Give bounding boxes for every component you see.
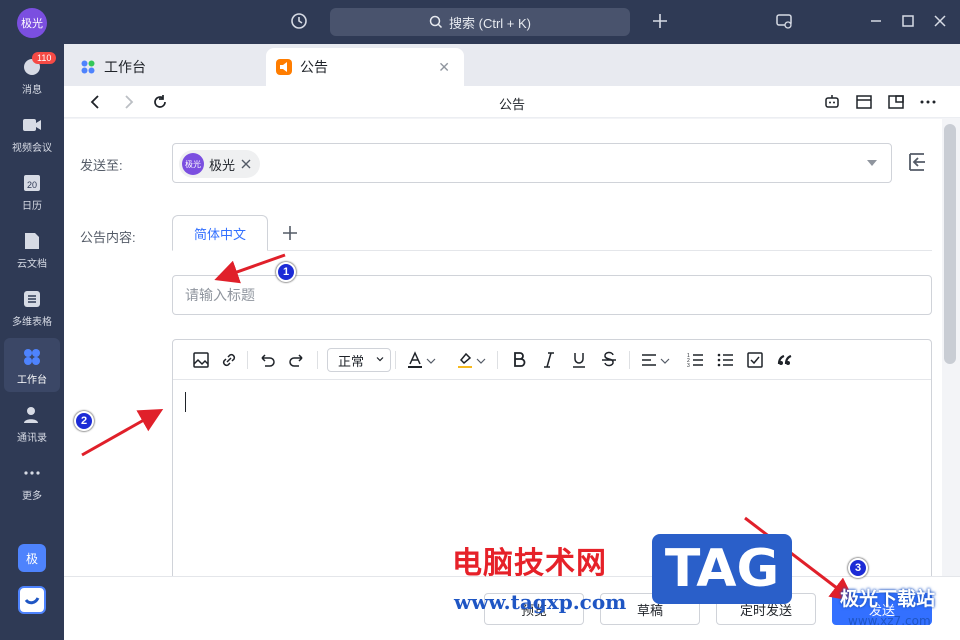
workbench-icon [81,60,95,74]
sidebar-item-contacts[interactable]: 通讯录 [4,396,60,450]
svg-text:3: 3 [687,363,690,369]
app-logo-icon[interactable] [18,586,46,614]
add-language-icon[interactable] [280,223,300,243]
send-to-label: 发送至: [80,158,123,173]
recipient-avatar: 极光 [182,153,204,175]
nav-bar: 公告 [64,86,960,118]
toolbar-separator [247,351,248,369]
org-logo[interactable]: 极 [18,544,46,572]
more-options-icon[interactable] [918,92,938,112]
popout-icon[interactable] [886,92,906,112]
content-label: 公告内容: [80,230,136,245]
chevron-down-icon[interactable] [867,160,877,166]
search-icon [429,15,443,29]
tab-close-icon[interactable]: ✕ [438,59,450,76]
italic-icon[interactable] [539,350,559,370]
toolbar-separator [497,351,498,369]
scrollbar-thumb[interactable] [944,124,956,364]
exit-icon[interactable] [906,151,928,173]
video-icon [23,119,41,131]
sidebar-item-multi-table[interactable]: 多维表格 [4,280,60,334]
minimize-icon[interactable] [866,11,886,31]
link-icon[interactable] [219,350,239,370]
sidebar-item-more[interactable]: 更多 [4,454,60,508]
notification-icon[interactable] [774,11,794,31]
remove-recipient-icon[interactable] [240,158,252,170]
window-icon[interactable] [854,92,874,112]
sidebar-item-messages[interactable]: 消息 110 [4,48,60,102]
sidebar-item-workbench[interactable]: 工作台 [4,338,60,392]
checkbox-icon[interactable] [745,350,765,370]
search-bar[interactable]: 搜索 (Ctrl + K) [330,8,630,36]
user-avatar[interactable]: 极光 [17,8,47,38]
history-icon[interactable] [289,11,309,31]
text-style-select[interactable]: 正常 [327,348,391,372]
sidebar: 消息 110 视频会议 20 日历 云文档 多维表格 工作台 通讯录 更多 极 [0,44,64,640]
undo-icon[interactable] [257,350,277,370]
recipient-chip[interactable]: 极光 极光 [179,150,261,178]
schedule-send-button[interactable]: 定时发送 [716,593,816,625]
chevron-down-icon[interactable] [425,350,437,370]
chevron-down-icon [376,357,384,362]
sidebar-item-calendar[interactable]: 20 日历 [4,164,60,218]
form-footer: 预览 草稿 定时发送 发送 [64,576,960,640]
main-panel: 工作台 公告 ✕ 公告 发送至: 极光 极光 公告内容: 简体中文 请输入标题 … [64,44,960,640]
text-caret [185,392,186,412]
image-icon[interactable] [191,350,211,370]
rich-text-editor[interactable]: 正常 123 [172,339,932,576]
align-icon[interactable] [639,350,659,370]
search-label: 搜索 (Ctrl + K) [449,15,531,31]
language-tab-simplified-chinese[interactable]: 简体中文 [172,215,268,251]
editor-toolbar: 正常 123 [173,340,931,380]
tab-divider [268,250,932,251]
bot-icon[interactable] [822,92,842,112]
preview-button[interactable]: 预览 [484,593,584,625]
draft-button[interactable]: 草稿 [600,593,700,625]
chevron-down-icon[interactable] [475,350,487,370]
title-bar: 极光 搜索 (Ctrl + K) [0,0,960,44]
recipient-selector[interactable]: 极光 极光 [172,143,892,183]
annotation-marker-3: 3 [848,558,868,578]
annotation-marker-1: 1 [276,262,296,282]
strikethrough-icon[interactable] [599,350,619,370]
sidebar-item-video[interactable]: 视频会议 [4,106,60,160]
redo-icon[interactable] [287,350,307,370]
bullet-list-icon[interactable] [715,350,735,370]
quote-icon[interactable] [775,350,795,370]
more-icon [24,471,40,475]
announcement-form: 发送至: 极光 极光 公告内容: 简体中文 正常 [64,119,942,576]
toolbar-separator [395,351,396,369]
maximize-icon[interactable] [898,11,918,31]
calendar-icon: 20 [24,175,40,191]
bold-icon[interactable] [509,350,529,370]
highlight-color-icon[interactable] [455,350,475,370]
send-button[interactable]: 发送 [832,593,932,625]
cloud-doc-icon [25,233,39,249]
recipient-name: 极光 [209,157,236,173]
underline-icon[interactable] [569,350,589,370]
sidebar-item-cloud-docs[interactable]: 云文档 [4,222,60,276]
ordered-list-icon[interactable]: 123 [685,350,705,370]
close-icon[interactable] [930,11,950,31]
tab-announcement[interactable]: 公告 ✕ [266,48,464,86]
workbench-icon [24,349,40,365]
toolbar-separator [629,351,630,369]
tab-workbench[interactable]: 工作台 [68,48,264,86]
table-icon [24,291,40,307]
contacts-icon [24,407,38,423]
font-color-icon[interactable] [405,350,425,370]
toolbar-separator [317,351,318,369]
chevron-down-icon[interactable] [659,350,671,370]
announcement-icon [276,59,292,75]
tab-bar: 工作台 公告 ✕ [64,44,960,86]
annotation-marker-2: 2 [74,411,94,431]
unread-badge: 110 [32,52,57,64]
svg-text:20: 20 [27,180,37,190]
plus-icon[interactable] [650,11,670,31]
